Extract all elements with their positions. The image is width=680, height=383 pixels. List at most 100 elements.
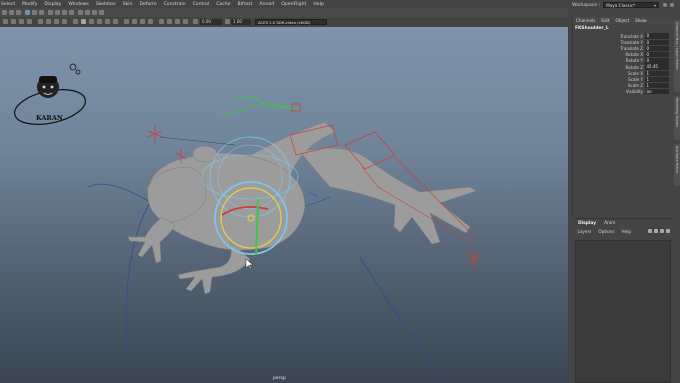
move-layer-up-icon[interactable] <box>648 228 652 233</box>
ipr-render-icon[interactable] <box>92 10 97 15</box>
workspace-select[interactable]: Maya Classic* <box>603 2 660 8</box>
smooth-shade-icon[interactable] <box>81 19 86 24</box>
attr-value[interactable]: 0 <box>645 39 669 45</box>
new-layer-selected-icon[interactable] <box>666 228 670 233</box>
attr-name: Rotate Z <box>625 64 643 70</box>
snap-view-icon[interactable] <box>69 10 74 15</box>
frog-model[interactable] <box>127 121 477 295</box>
color-space-select[interactable]: ACES 1.0 SDR-video (sRGB) <box>255 19 327 25</box>
menu-windows[interactable]: Windows <box>65 2 93 7</box>
render-settings-icon[interactable] <box>99 10 104 15</box>
tab-channel-box-layer-editor[interactable]: Channel Box / Layer Editor <box>674 20 680 92</box>
bookmark-icon[interactable] <box>19 19 24 24</box>
select-tool-icon[interactable] <box>25 10 30 15</box>
panel-toggle-icon[interactable] <box>670 3 675 7</box>
cb-menu-object[interactable]: Object <box>612 18 632 23</box>
attr-row[interactable]: Visibility on <box>573 89 672 95</box>
attr-row[interactable]: Scale Z1 <box>573 82 672 89</box>
new-scene-icon[interactable] <box>2 10 7 15</box>
lasso-tool-icon[interactable] <box>32 10 37 15</box>
attr-value[interactable]: 1 <box>645 76 669 83</box>
new-layer-icon[interactable] <box>660 228 664 233</box>
menu-arnold[interactable]: Arnold <box>256 2 278 7</box>
tab-modeling-toolkit[interactable]: Modeling Toolkit <box>674 96 680 140</box>
attr-row[interactable]: Scale X1 <box>573 70 672 76</box>
menu-help[interactable]: Help <box>618 229 635 234</box>
menu-openflight[interactable]: OpenFlight <box>278 2 310 7</box>
snap-curve-icon[interactable] <box>55 10 60 15</box>
attr-value[interactable]: 1 <box>645 82 669 89</box>
menu-options[interactable]: Options <box>595 229 618 234</box>
attr-row[interactable]: Translate Y0 <box>573 39 672 45</box>
menu-modify[interactable]: Modify <box>19 2 41 7</box>
save-scene-icon[interactable] <box>16 10 21 15</box>
shadows-icon[interactable] <box>113 19 118 24</box>
menu-display[interactable]: Display <box>41 2 65 7</box>
tab-anim[interactable]: Anim <box>600 221 619 226</box>
channel-box: Channels Edit Object Show FKShoulder_L T… <box>572 17 672 217</box>
exposure-field[interactable]: 0.00 <box>200 19 222 25</box>
resolution-gate-icon[interactable] <box>54 19 59 24</box>
menu-deform[interactable]: Deform <box>136 2 160 7</box>
settings-icon[interactable] <box>663 3 668 7</box>
cb-menu-show[interactable]: Show <box>632 18 649 23</box>
attr-row[interactable]: Translate X0 <box>573 33 672 39</box>
menu-constrain[interactable]: Constrain <box>160 2 189 7</box>
camera-attributes-icon[interactable] <box>11 19 16 24</box>
history-icon[interactable] <box>78 10 83 15</box>
film-gate-icon[interactable] <box>46 19 51 24</box>
xray-icon[interactable] <box>132 19 137 24</box>
cb-menu-edit[interactable]: Edit <box>598 18 612 23</box>
menu-help[interactable]: Help <box>310 2 327 7</box>
attr-value[interactable]: 0 <box>645 51 669 58</box>
node-name[interactable]: FKShoulder_L <box>573 24 672 33</box>
anti-aliasing-icon[interactable] <box>175 19 180 24</box>
ambient-occlusion-icon[interactable] <box>159 19 164 24</box>
wireframe-icon[interactable] <box>73 19 78 24</box>
depth-of-field-icon[interactable] <box>183 19 188 24</box>
menu-bifrost[interactable]: Bifrost <box>234 2 256 7</box>
tab-display[interactable]: Display <box>574 221 600 226</box>
attr-value[interactable]: 45.45 <box>645 64 669 70</box>
viewport-persp[interactable]: KARAN persp <box>0 27 568 383</box>
menu-cache[interactable]: Cache <box>213 2 234 7</box>
exposure-icon[interactable] <box>193 19 198 24</box>
cb-menu-channels[interactable]: Channels <box>573 18 598 23</box>
image-plane-icon[interactable] <box>27 19 32 24</box>
select-camera-icon[interactable] <box>3 19 8 24</box>
attr-value[interactable]: 0 <box>645 33 669 39</box>
menu-skeleton[interactable]: Skeleton <box>92 2 119 7</box>
menu-select[interactable]: Select <box>0 2 19 7</box>
open-scene-icon[interactable] <box>9 10 14 15</box>
isolate-select-icon[interactable] <box>124 19 129 24</box>
textured-icon[interactable] <box>97 19 102 24</box>
attr-value[interactable]: 1 <box>645 70 669 76</box>
attr-value[interactable]: on <box>645 89 669 95</box>
snap-grid-icon[interactable] <box>48 10 53 15</box>
backface-icon[interactable] <box>148 19 153 24</box>
paint-tool-icon[interactable] <box>39 10 44 15</box>
tab-attribute-editor[interactable]: Attribute Editor <box>674 144 680 186</box>
attr-row[interactable]: Translate Z0 <box>573 45 672 52</box>
attr-row[interactable]: Rotate Y0 <box>573 58 672 64</box>
wireframe-on-shaded-icon[interactable] <box>89 19 94 24</box>
gamma-icon[interactable] <box>225 19 230 24</box>
lighting-icon[interactable] <box>105 19 110 24</box>
menu-layers[interactable]: Layers <box>574 229 595 234</box>
attr-value[interactable]: 0 <box>645 45 669 52</box>
move-layer-down-icon[interactable] <box>654 228 658 233</box>
grid-toggle-icon[interactable] <box>38 19 43 24</box>
attr-value[interactable]: 0 <box>645 58 669 64</box>
menu-skin[interactable]: Skin <box>119 2 136 7</box>
motion-blur-icon[interactable] <box>167 19 172 24</box>
attr-row[interactable]: Scale Y1 <box>573 76 672 83</box>
gamma-field[interactable]: 1.00 <box>231 19 251 25</box>
attr-row[interactable]: Rotate X0 <box>573 51 672 58</box>
snap-point-icon[interactable] <box>62 10 67 15</box>
render-icon[interactable] <box>85 10 90 15</box>
gate-mask-icon[interactable] <box>62 19 67 24</box>
xray-joints-icon[interactable] <box>140 19 145 24</box>
menu-control[interactable]: Control <box>189 2 213 7</box>
attr-row[interactable]: Rotate Z 45.45 <box>573 64 672 70</box>
layer-list[interactable] <box>575 240 671 383</box>
